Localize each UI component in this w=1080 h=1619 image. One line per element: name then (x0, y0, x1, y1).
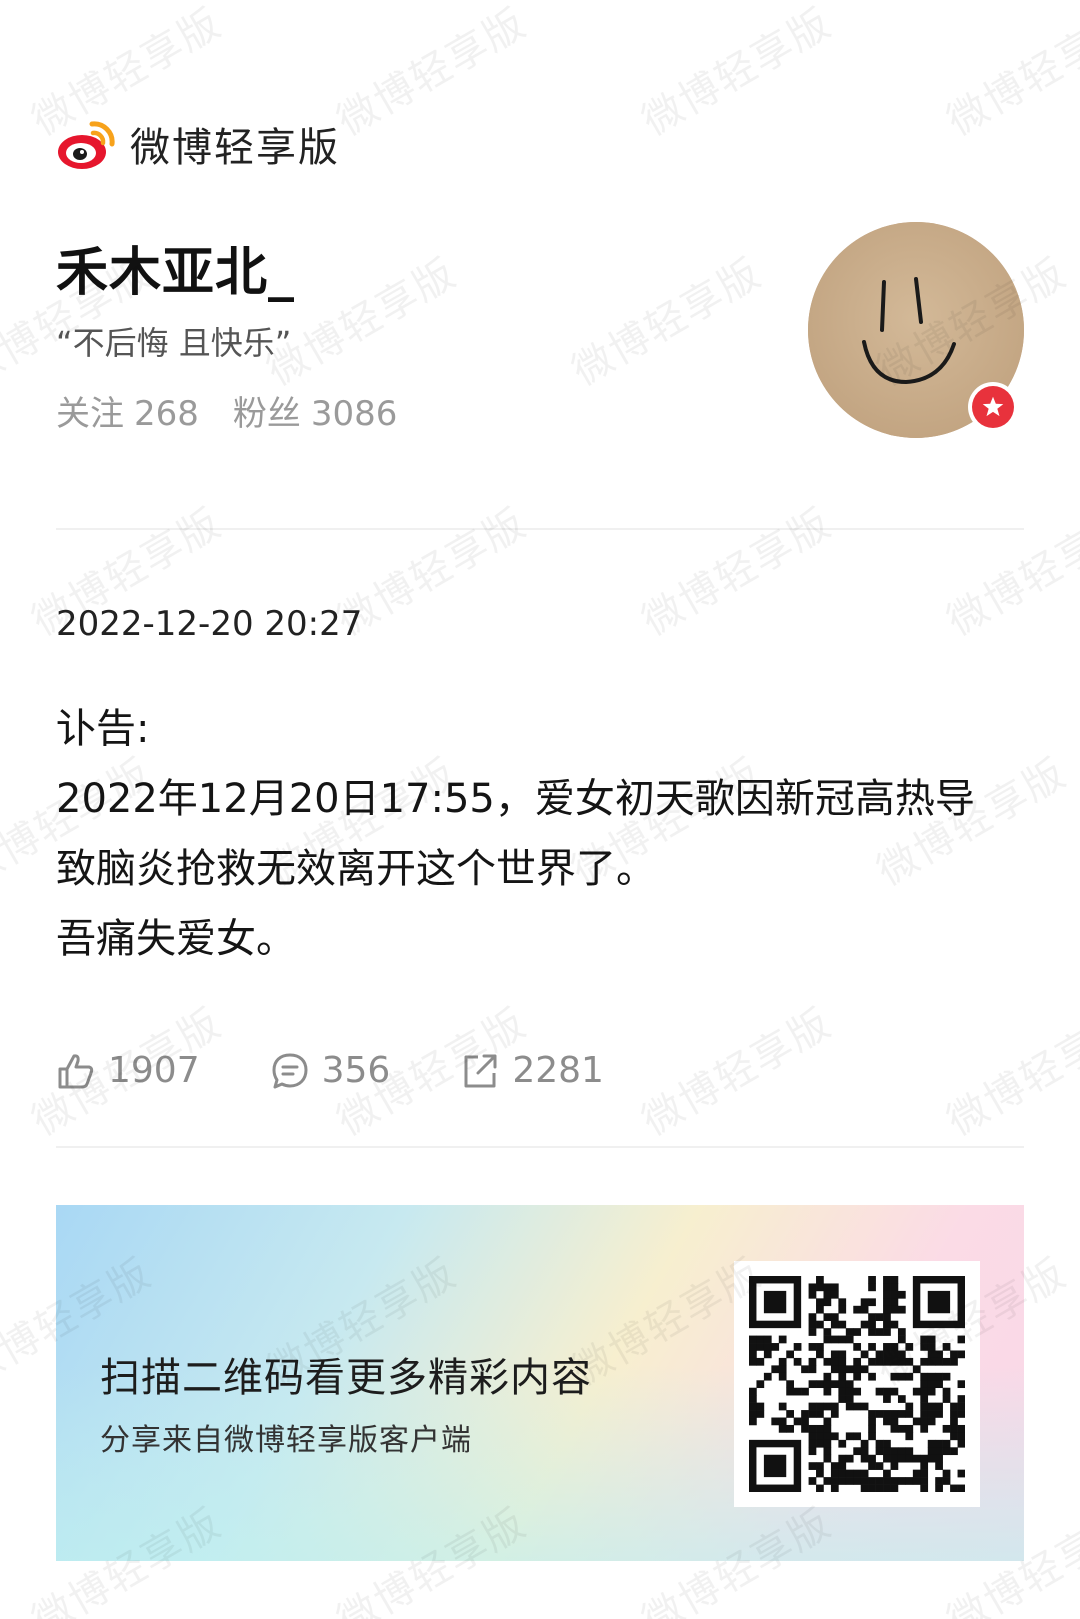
post-actions: 1907 356 2281 (56, 1050, 674, 1091)
app-brand: 微博轻享版 (56, 112, 340, 176)
profile-bio: “不后悔 且快乐” (56, 324, 292, 362)
post-line: 讣告: (56, 706, 150, 752)
post-body: 讣告: 2022年12月20日17:55，爱女初天歌因新冠高热导 致脑炎抢救无效… (56, 694, 1036, 974)
weibo-logo-icon (58, 121, 115, 169)
comment-button[interactable]: 356 (270, 1050, 391, 1091)
divider (56, 528, 1024, 530)
qr-code-icon[interactable] (734, 1261, 980, 1507)
watermark-text: 微博轻享版 (564, 250, 770, 395)
share-card: 扫描二维码看更多精彩内容 分享来自微博轻享版客户端 (56, 1205, 1024, 1561)
watermark-text: 微博轻享版 (939, 1000, 1080, 1145)
comment-icon (272, 1053, 308, 1088)
profile-stats: 关注 268 粉丝 3086 (56, 386, 397, 435)
watermark-text: 微博轻享版 (939, 500, 1080, 645)
following-label: 关注 (56, 394, 124, 434)
like-button[interactable]: 1907 (56, 1050, 200, 1091)
post-line: 2022年12月20日17:55，爱女初天歌因新冠高热导 (56, 776, 975, 822)
thumbs-up-icon (58, 1053, 94, 1088)
followers-label: 粉丝 (232, 394, 301, 434)
star-badge-icon (968, 382, 1018, 432)
repost-icon (464, 1054, 497, 1087)
like-count: 1907 (108, 1050, 200, 1091)
following-stat[interactable]: 关注 268 (56, 386, 199, 435)
post-line: 致脑炎抢救无效离开这个世界了。 (56, 846, 656, 892)
repost-button[interactable]: 2281 (460, 1050, 604, 1091)
repost-count: 2281 (512, 1050, 604, 1091)
watermark-text: 微博轻享版 (329, 0, 535, 145)
share-title: 扫描二维码看更多精彩内容 (100, 1355, 592, 1401)
avatar[interactable] (808, 222, 1024, 438)
app-name: 微博轻享版 (130, 125, 340, 171)
divider (56, 1146, 1024, 1148)
watermark-text: 微博轻享版 (634, 0, 840, 145)
watermark-text: 微博轻享版 (634, 500, 840, 645)
profile-username[interactable]: 禾木亚北_ (56, 230, 295, 305)
comment-count: 356 (321, 1050, 391, 1091)
post-line: 吾痛失爱女。 (56, 916, 296, 962)
share-subtitle: 分享来自微博轻享版客户端 (100, 1423, 472, 1458)
post-timestamp: 2022-12-20 20:27 (56, 604, 363, 644)
following-count: 268 (134, 394, 199, 434)
watermark-text: 微博轻享版 (939, 0, 1080, 145)
followers-count: 3086 (310, 394, 398, 434)
followers-stat[interactable]: 粉丝 3086 (233, 386, 398, 435)
